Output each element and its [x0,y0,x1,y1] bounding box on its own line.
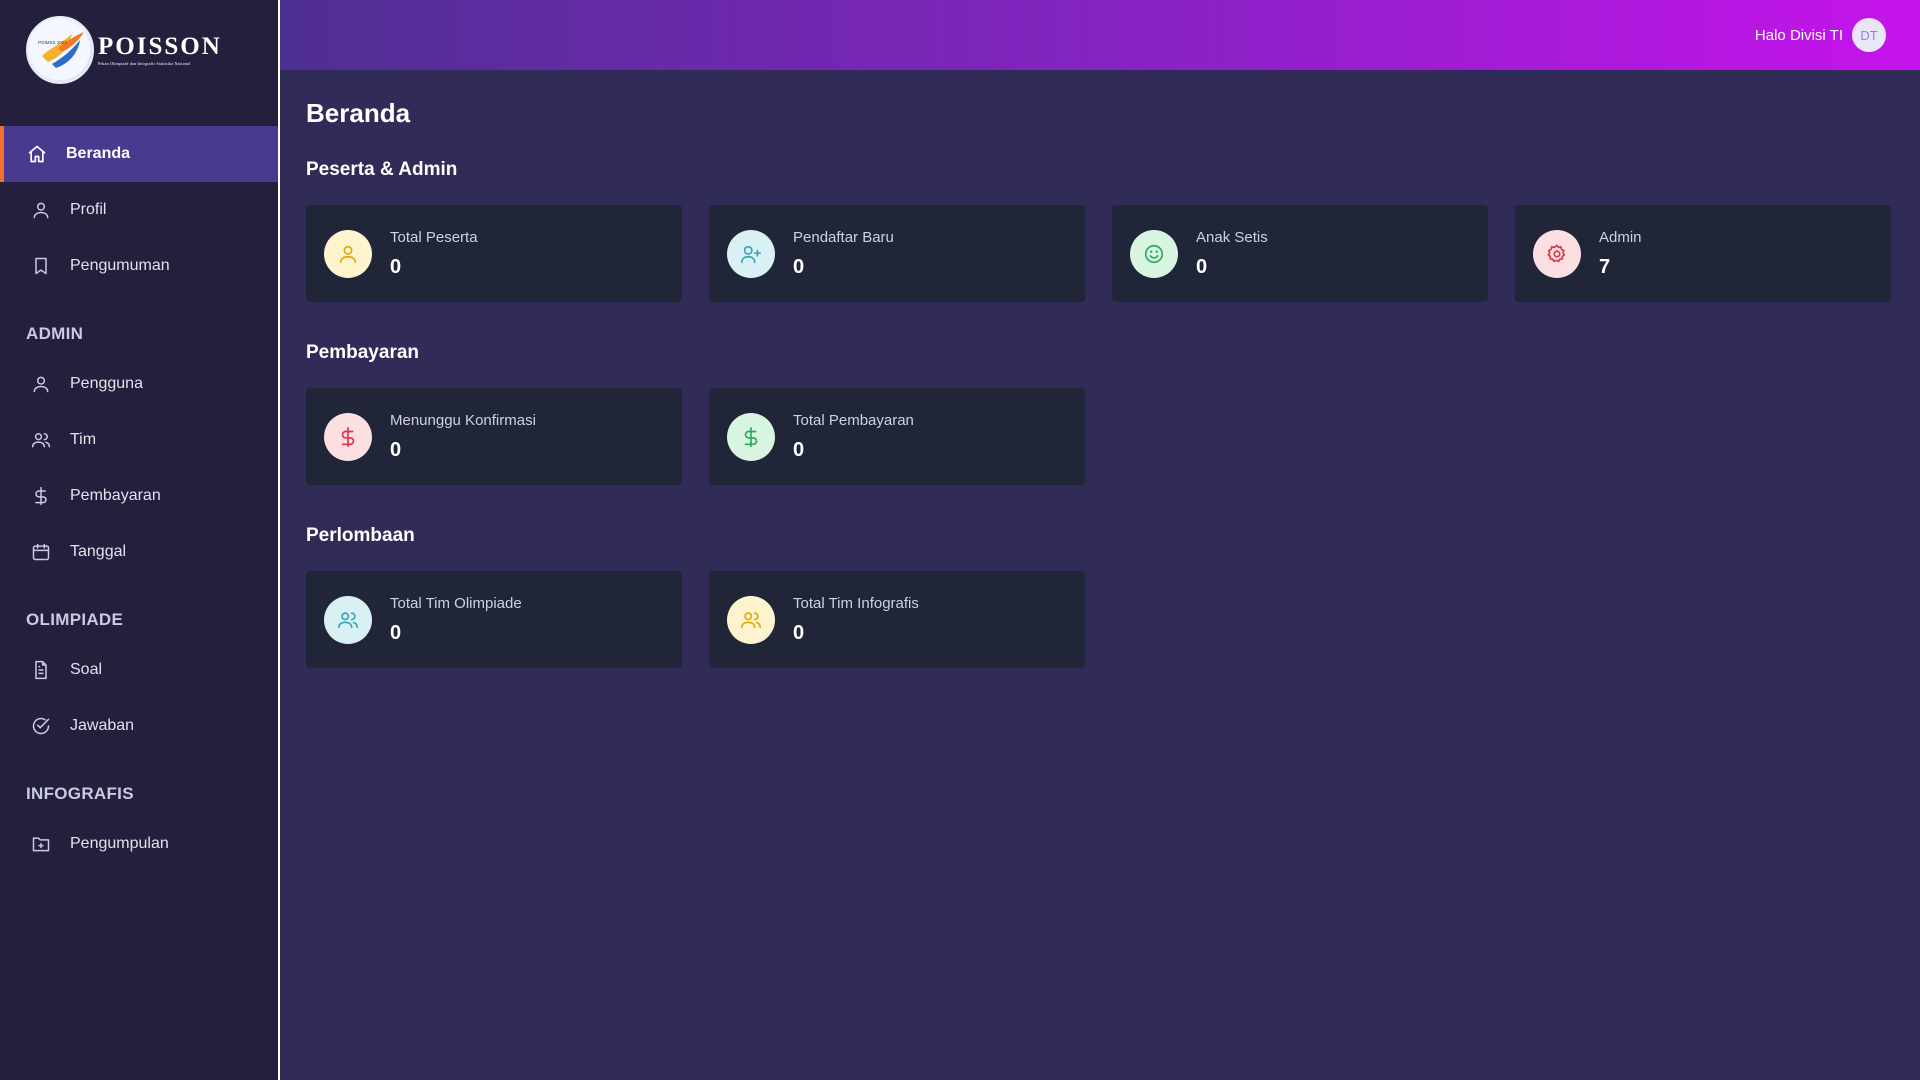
stat-label: Total Tim Olimpiade [390,594,522,612]
sidebar-item-label: Beranda [66,145,131,162]
card-row-peserta-admin: Total Peserta 0 Pendaftar Baru 0 Anak Se… [306,205,1894,302]
user-icon [30,373,52,395]
sidebar-item-pengumpulan[interactable]: Pengumpulan [0,816,278,872]
stat-label: Total Peserta [390,228,478,246]
sidebar-item-label: Pengumuman [70,257,170,274]
sidebar-item-soal[interactable]: Soal [0,642,278,698]
sidebar-item-pengumuman[interactable]: Pengumuman [0,238,278,294]
sidebar-item-label: Pengumpulan [70,835,169,852]
avatar[interactable]: DT [1852,18,1886,52]
stat-label: Anak Setis [1196,228,1268,246]
calendar-icon [30,541,52,563]
user-icon [30,199,52,221]
card-row-perlombaan: Total Tim Olimpiade 0 Total Tim Infograf… [306,571,1894,668]
smile-icon [1130,229,1178,278]
stat-label: Total Pembayaran [793,411,914,429]
stat-card-pendaftar-baru: Pendaftar Baru 0 [709,205,1085,302]
users-icon [727,595,775,644]
stat-value: 7 [1599,255,1611,278]
stat-label: Admin [1599,228,1642,246]
stat-value: 0 [1196,255,1208,278]
user-plus-icon [727,229,775,278]
sidebar-item-label: Jawaban [70,717,135,734]
sidebar: POIMSS 2023 POISSON Pekan Olimpiade dan … [0,0,280,1080]
bookmark-icon [30,255,52,277]
stat-label: Pendaftar Baru [793,228,894,246]
stat-value: 0 [390,621,402,644]
group-title-perlombaan: Perlombaan [306,525,415,546]
sidebar-item-profil[interactable]: Profil [0,182,278,238]
logo-badge-text: POIMSS 2023 [38,40,67,45]
user-icon [324,229,372,278]
sidebar-item-label: Tanggal [70,543,127,560]
top-bar: Halo Divisi TI DT [280,0,1920,70]
section-label-olimpiade: OLIMPIADE [26,610,124,629]
sidebar-nav: Beranda Profil Pengumuman ADMIN Pengguna [0,126,278,872]
stat-label: Total Tim Infografis [793,594,919,612]
page-title: Beranda [306,98,411,128]
sidebar-item-label: Tim [70,431,97,448]
sidebar-item-label: Profil [70,201,107,218]
sidebar-item-jawaban[interactable]: Jawaban [0,698,278,754]
stat-label: Menunggu Konfirmasi [390,411,536,429]
main-area: Halo Divisi TI DT Beranda Peserta & Admi… [280,0,1920,1080]
stat-card-menunggu-konfirmasi: Menunggu Konfirmasi 0 [306,388,682,485]
dollar-icon [727,412,775,461]
stat-card-total-peserta: Total Peserta 0 [306,205,682,302]
stat-value: 0 [793,621,805,644]
sidebar-item-label: Soal [70,661,103,678]
dollar-icon [30,485,52,507]
sidebar-item-label: Pengguna [70,375,143,392]
settings-icon [1533,229,1581,278]
stat-card-total-tim-olimpiade: Total Tim Olimpiade 0 [306,571,682,668]
home-icon [26,143,48,165]
dashboard-content: Beranda Peserta & Admin Total Peserta 0 [280,70,1920,668]
group-title-peserta-admin: Peserta & Admin [306,159,458,180]
stat-card-admin: Admin 7 [1515,205,1891,302]
stat-card-total-pembayaran: Total Pembayaran 0 [709,388,1085,485]
user-greeting: Halo Divisi TI [1754,26,1843,44]
sidebar-item-pengguna[interactable]: Pengguna [0,356,278,412]
section-label-admin: ADMIN [26,324,84,343]
sidebar-item-tanggal[interactable]: Tanggal [0,524,278,580]
section-label-infografis: INFOGRAFIS [26,784,134,803]
brand-title: POISSON [98,32,222,60]
dollar-icon [324,412,372,461]
folder-plus-icon [30,833,52,855]
sidebar-item-pembayaran[interactable]: Pembayaran [0,468,278,524]
stat-value: 0 [793,438,805,461]
group-title-pembayaran: Pembayaran [306,342,420,363]
logo-emblem-icon: POIMSS 2023 [26,16,94,84]
card-row-pembayaran: Menunggu Konfirmasi 0 Total Pembayaran 0 [306,388,1894,485]
brand-logo[interactable]: POIMSS 2023 POISSON Pekan Olimpiade dan … [0,0,278,100]
sidebar-item-tim[interactable]: Tim [0,412,278,468]
stat-value: 0 [390,438,402,461]
brand-subtitle: Pekan Olimpiade dan Infografis Statistik… [98,60,191,66]
sidebar-item-beranda[interactable]: Beranda [0,126,278,182]
stat-value: 0 [793,255,805,278]
users-icon [324,595,372,644]
check-circle-icon [30,715,52,737]
stat-card-total-tim-infografis: Total Tim Infografis 0 [709,571,1085,668]
users-icon [30,429,52,451]
file-text-icon [30,659,52,681]
stat-card-anak-setis: Anak Setis 0 [1112,205,1488,302]
sidebar-item-label: Pembayaran [70,487,161,504]
stat-value: 0 [390,255,402,278]
